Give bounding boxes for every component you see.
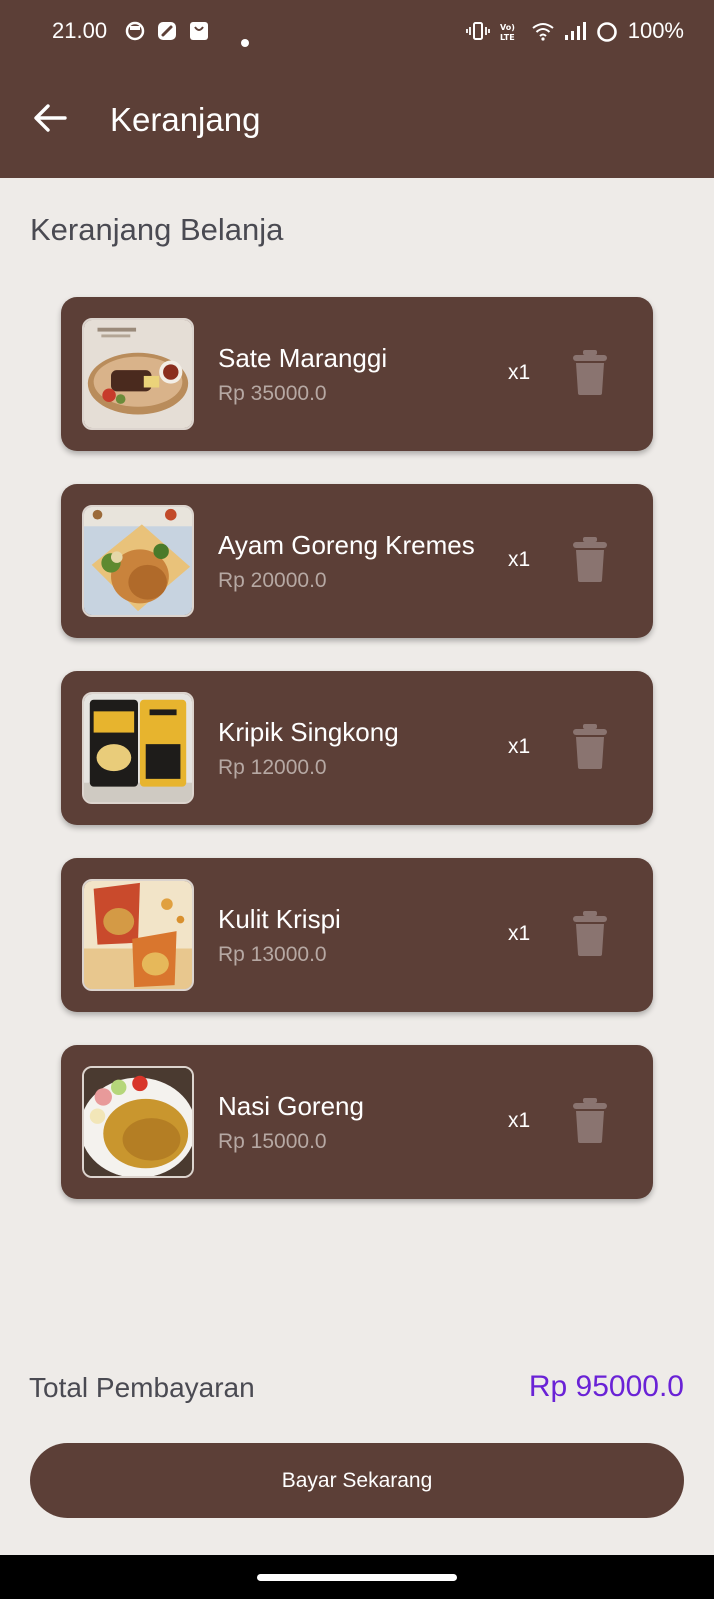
delete-item-button[interactable] — [567, 723, 613, 773]
section-title: Keranjang Belanja — [30, 212, 284, 247]
trash-icon — [573, 910, 607, 961]
app-bar: Keranjang — [0, 62, 714, 178]
signal-icon — [564, 21, 586, 41]
trash-icon — [573, 536, 607, 587]
shopping-bag-notification-icon — [189, 21, 209, 41]
cart-item[interactable]: Ayam Goreng Kremes Rp 20000.0 x1 — [61, 484, 653, 638]
item-info: Kulit Krispi Rp 13000.0 — [218, 904, 341, 967]
cart-item[interactable]: Kripik Singkong Rp 12000.0 x1 — [61, 671, 653, 825]
item-name: Nasi Goreng — [218, 1090, 364, 1121]
item-info: Sate Maranggi Rp 35000.0 — [218, 343, 387, 406]
item-info: Nasi Goreng Rp 15000.0 — [218, 1091, 364, 1154]
status-left: 21.00 — [52, 18, 250, 47]
total-label: Total Pembayaran — [29, 1372, 255, 1403]
trash-icon — [573, 349, 607, 400]
delete-item-button[interactable] — [567, 910, 613, 960]
vibrate-icon — [465, 21, 490, 41]
total-value: Rp 95000.0 — [528, 1370, 684, 1403]
item-quantity: x1 — [508, 735, 531, 758]
arrow-left-icon — [33, 103, 67, 138]
delete-item-button[interactable] — [567, 1097, 613, 1147]
cart-item[interactable]: Sate Maranggi Rp 35000.0 x1 — [61, 297, 653, 451]
trash-icon — [573, 723, 607, 774]
item-price: Rp 12000.0 — [218, 755, 327, 779]
item-name: Kripik Singkong — [218, 716, 399, 747]
home-indicator[interactable] — [257, 1574, 457, 1581]
svg-text:LTE: LTE — [500, 33, 515, 41]
wifi-icon — [532, 21, 554, 41]
item-info: Kripik Singkong Rp 12000.0 — [218, 717, 399, 780]
item-name: Ayam Goreng Kremes — [218, 529, 475, 560]
delete-item-button[interactable] — [567, 349, 613, 399]
sate-maranggi-photo — [82, 318, 194, 430]
ayam-goreng-kremes-photo — [82, 505, 194, 617]
cart-item[interactable]: Kulit Krispi Rp 13000.0 x1 — [61, 858, 653, 1012]
item-quantity: x1 — [508, 922, 531, 945]
more-notifications-dot-icon — [241, 27, 250, 47]
item-info: Ayam Goreng Kremes Rp 20000.0 — [218, 530, 475, 593]
delete-item-button[interactable] — [567, 536, 613, 586]
svg-text:Vo): Vo) — [500, 23, 515, 32]
item-quantity: x1 — [508, 1109, 531, 1132]
kripik-singkong-photo — [82, 692, 194, 804]
item-price: Rp 15000.0 — [218, 1129, 327, 1153]
back-button[interactable] — [20, 90, 80, 150]
item-quantity: x1 — [508, 361, 531, 384]
trash-icon — [573, 1097, 607, 1148]
pay-now-button[interactable]: Bayar Sekarang — [30, 1443, 684, 1518]
battery-icon — [596, 21, 618, 42]
item-quantity: x1 — [508, 548, 531, 571]
cart-list: Sate Maranggi Rp 35000.0 x1 Ayam Goreng … — [61, 297, 653, 1232]
link-notification-icon — [157, 21, 177, 41]
volte-icon: Vo) LTE — [500, 21, 522, 42]
item-name: Kulit Krispi — [218, 903, 341, 934]
cart-item[interactable]: Nasi Goreng Rp 15000.0 x1 — [61, 1045, 653, 1199]
page-title: Keranjang — [110, 101, 261, 138]
item-price: Rp 13000.0 — [218, 942, 327, 966]
app-notification-icon — [125, 21, 145, 41]
item-price: Rp 20000.0 — [218, 568, 327, 592]
status-bar: 21.00 Vo) LTE 100% — [0, 0, 714, 62]
item-name: Sate Maranggi — [218, 342, 388, 373]
nasi-goreng-photo — [82, 1066, 194, 1178]
kulit-krispi-photo — [82, 879, 194, 991]
status-right: Vo) LTE 100% — [465, 18, 684, 44]
battery-percentage: 100% — [627, 18, 684, 43]
status-time: 21.00 — [52, 18, 108, 43]
item-price: Rp 35000.0 — [218, 381, 327, 405]
